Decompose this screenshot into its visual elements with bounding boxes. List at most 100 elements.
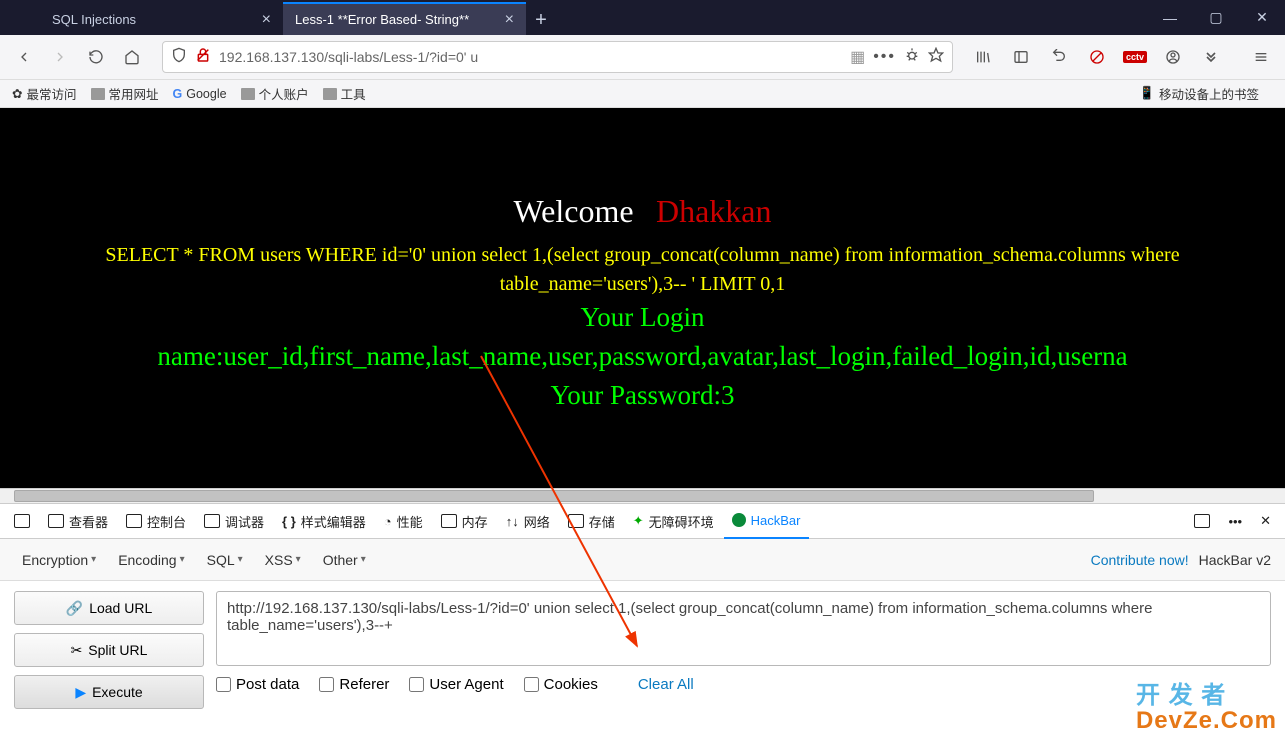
devtools-tab-network[interactable]: ↑↓网络 — [498, 504, 558, 539]
hackbar-panel: 🔗Load URL ✂Split URL ▶Execute Post data … — [0, 581, 1285, 719]
caret-down-icon: ▾ — [361, 554, 366, 565]
bookmark-most-visited[interactable]: ✿最常访问 — [12, 84, 77, 103]
xss-dropdown[interactable]: XSS▾ — [257, 548, 309, 572]
split-url-button[interactable]: ✂Split URL — [14, 633, 204, 667]
window-controls: — ▢ ✕ — [1147, 0, 1285, 35]
welcome-text: Welcome — [514, 193, 634, 230]
home-button[interactable] — [116, 41, 148, 73]
hackbar-right: Post data Referer User Agent Cookies Cle… — [216, 591, 1271, 709]
cctv-icon[interactable]: cctv — [1119, 41, 1151, 73]
back-button[interactable] — [8, 41, 40, 73]
caret-down-icon: ▾ — [180, 554, 185, 565]
caret-down-icon: ▾ — [91, 554, 96, 565]
close-icon[interactable]: × — [505, 11, 514, 29]
page-content: Welcome Dhakkan SELECT * FROM users WHER… — [0, 108, 1285, 488]
bug-icon[interactable] — [904, 47, 920, 68]
other-dropdown[interactable]: Other▾ — [315, 548, 374, 572]
hackbar-version: HackBar v2 — [1199, 552, 1271, 568]
google-icon: G — [173, 87, 183, 101]
folder-icon — [241, 88, 255, 100]
undo-icon[interactable] — [1043, 41, 1075, 73]
tab-label: Less-1 **Error Based- String** — [295, 12, 469, 27]
tab-sql-injections[interactable]: SQL Injections × — [40, 2, 283, 35]
overflow-icon[interactable] — [1195, 41, 1227, 73]
url-input[interactable] — [219, 49, 842, 65]
devtools-separate-button[interactable] — [6, 504, 38, 539]
shield-icon[interactable] — [171, 47, 187, 68]
bookmarks-bar: ✿最常访问 常用网址 GGoogle 个人账户 工具 📱移动设备上的书签 — [0, 80, 1285, 108]
toolbar-icons: cctv — [967, 41, 1227, 73]
devtools-tab-performance[interactable]: ◔性能 — [376, 504, 431, 539]
devtools-tabs: 查看器 控制台 调试器 { }样式编辑器 ◔性能 内存 ↑↓网络 存储 ✦无障碍… — [0, 504, 1285, 539]
devtools-tab-storage[interactable]: 存储 — [560, 504, 623, 539]
load-url-button[interactable]: 🔗Load URL — [14, 591, 204, 625]
devtools-more-button[interactable]: ••• — [1220, 504, 1250, 539]
bookmark-mobile[interactable]: 📱移动设备上的书签 — [1139, 84, 1259, 103]
close-icon[interactable]: × — [262, 11, 271, 29]
bookmark-common-sites[interactable]: 常用网址 — [91, 84, 159, 103]
scissors-icon: ✂ — [71, 642, 83, 659]
bookmark-star-icon[interactable] — [928, 47, 944, 68]
gear-icon: ✿ — [12, 86, 22, 101]
login-name-output: name:user_id,first_name,last_name,user,p… — [0, 337, 1285, 376]
login-label: Your Login — [0, 298, 1285, 337]
useragent-checkbox[interactable]: User Agent — [409, 676, 503, 693]
bookmark-personal[interactable]: 个人账户 — [241, 84, 309, 103]
sidebar-icon[interactable] — [1005, 41, 1037, 73]
hackbar-icon — [732, 513, 746, 527]
site-name: Dhakkan — [656, 193, 772, 230]
close-window-button[interactable]: ✕ — [1239, 0, 1285, 35]
account-icon[interactable] — [1157, 41, 1189, 73]
cookies-checkbox[interactable]: Cookies — [524, 676, 598, 693]
sql-query-line2: table_name='users'),3-- ' LIMIT 0,1 — [0, 271, 1285, 298]
folder-icon — [91, 88, 105, 100]
maximize-button[interactable]: ▢ — [1193, 0, 1239, 35]
sql-dropdown[interactable]: SQL▾ — [199, 548, 251, 572]
reload-button[interactable] — [80, 41, 112, 73]
forward-button[interactable] — [44, 41, 76, 73]
bookmark-tools[interactable]: 工具 — [323, 84, 366, 103]
referer-checkbox[interactable]: Referer — [319, 676, 389, 693]
devtools-dock-button[interactable] — [1186, 504, 1218, 539]
devtools-tab-hackbar[interactable]: HackBar — [724, 504, 809, 539]
qr-icon[interactable]: ▦ — [850, 47, 865, 67]
devtools-tab-debugger[interactable]: 调试器 — [196, 504, 272, 539]
minimize-button[interactable]: — — [1147, 0, 1193, 35]
hamburger-menu-button[interactable] — [1245, 41, 1277, 73]
horizontal-scrollbar[interactable] — [0, 488, 1285, 504]
tab-bar: SQL Injections × Less-1 **Error Based- S… — [0, 0, 1285, 35]
postdata-checkbox[interactable]: Post data — [216, 676, 299, 693]
scroll-thumb[interactable] — [14, 490, 1094, 502]
caret-down-icon: ▾ — [238, 554, 243, 565]
lock-warning-icon[interactable] — [195, 47, 211, 68]
library-icon[interactable] — [967, 41, 999, 73]
navigation-bar: ▦ ••• cctv — [0, 35, 1285, 80]
play-icon: ▶ — [75, 684, 86, 701]
tab-less1[interactable]: Less-1 **Error Based- String** × — [283, 2, 526, 35]
devtools-tab-inspector[interactable]: 查看器 — [40, 504, 116, 539]
encoding-dropdown[interactable]: Encoding▾ — [110, 548, 192, 572]
devtools-tab-accessibility[interactable]: ✦无障碍环境 — [625, 504, 722, 539]
caret-down-icon: ▾ — [296, 554, 301, 565]
new-tab-button[interactable]: + — [526, 5, 556, 35]
password-output: Your Password:3 — [0, 376, 1285, 415]
devtools-close-button[interactable]: ✕ — [1252, 504, 1279, 539]
clear-all-link[interactable]: Clear All — [638, 676, 694, 693]
load-icon: 🔗 — [66, 600, 83, 617]
noscript-icon[interactable] — [1081, 41, 1113, 73]
devtools-tab-memory[interactable]: 内存 — [433, 504, 496, 539]
hackbar-options-row: Post data Referer User Agent Cookies Cle… — [216, 676, 1271, 693]
devtools-tab-style[interactable]: { }样式编辑器 — [274, 504, 374, 539]
hackbar-toolbar: Encryption▾ Encoding▾ SQL▾ XSS▾ Other▾ C… — [0, 539, 1285, 581]
url-bar[interactable]: ▦ ••• — [162, 41, 953, 73]
mobile-icon: 📱 — [1139, 86, 1155, 101]
encryption-dropdown[interactable]: Encryption▾ — [14, 548, 104, 572]
contribute-link[interactable]: Contribute now! — [1091, 552, 1189, 568]
more-icon[interactable]: ••• — [873, 48, 896, 66]
url-textarea[interactable] — [216, 591, 1271, 666]
devtools-tab-console[interactable]: 控制台 — [118, 504, 194, 539]
sql-query-line1: SELECT * FROM users WHERE id='0' union s… — [0, 242, 1285, 269]
bookmark-google[interactable]: GGoogle — [173, 87, 227, 101]
execute-button[interactable]: ▶Execute — [14, 675, 204, 709]
hackbar-buttons: 🔗Load URL ✂Split URL ▶Execute — [14, 591, 204, 709]
